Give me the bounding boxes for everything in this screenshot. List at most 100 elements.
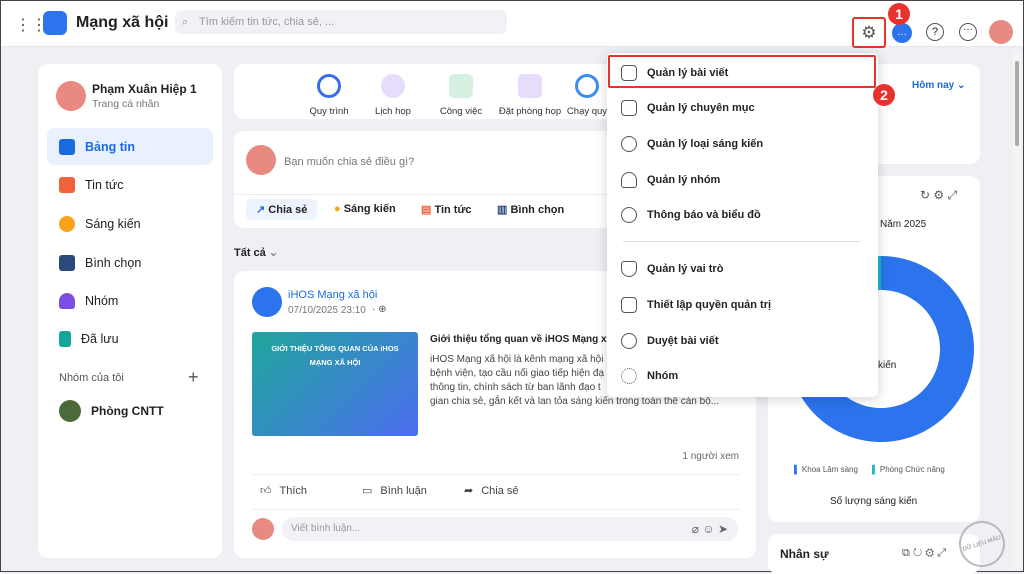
gear-icon[interactable]: ⚙ [933, 188, 944, 202]
chart-year: Năm 2025 [880, 219, 927, 230]
sidebar-item-binh-chon[interactable]: Bình chọn [47, 244, 213, 281]
quick-link-dat-phong-hop[interactable]: Đặt phòng họp [495, 74, 565, 117]
post-author[interactable]: iHOS Mạng xã hội [288, 289, 377, 301]
legend-item[interactable]: ▌ Phòng Chức năng [872, 465, 945, 474]
post-image[interactable]: GIỚI THIỆU TỔNG QUAN CỦA iHOS MẠNG XÃ HỘ… [252, 332, 418, 436]
group-icon [621, 368, 637, 384]
commenter-avatar [252, 518, 274, 540]
sidebar-item-tin-tuc[interactable]: Tin tức [47, 166, 213, 203]
chart-tools: ↻ ⚙ ⤢ [920, 188, 957, 203]
chart-center-label: kiến [878, 360, 897, 371]
quick-link-cong-viec[interactable]: Công việc [426, 74, 496, 117]
search-input[interactable]: ⌕ Tìm kiếm tin tức, chia sẻ, ... [175, 10, 507, 34]
legend-item[interactable]: ▌ Khoa Lâm sàng [794, 465, 858, 474]
menu-item-quan-ly-loai-sang-kien[interactable]: Quản lý loại sáng kiến [621, 136, 763, 152]
gear-icon: ⚙ [861, 22, 877, 42]
share-tab[interactable]: ↗ Chia sẻ [246, 199, 318, 220]
gear-icon[interactable]: ⚙ [925, 547, 934, 559]
quick-link-label: Quy trình [309, 106, 349, 117]
more-icon[interactable]: ··· [959, 23, 977, 41]
sidebar-item-da-luu[interactable]: Đã lưu [47, 320, 213, 357]
menu-item-duyet-bai-viet[interactable]: Duyệt bài viết [621, 333, 719, 349]
initiative-tab-label: Sáng kiến [343, 203, 396, 215]
quick-link-lich-hop[interactable]: Lịch họp [358, 74, 428, 117]
callout-badge-2: 2 [873, 84, 895, 106]
initiative-tab[interactable]: ● Sáng kiến [334, 203, 396, 215]
chat-icon[interactable]: … [892, 23, 912, 43]
sidebar-item-bang-tin[interactable]: Bảng tin [47, 128, 213, 165]
comment-tools: ⌀ ☺ ➤ [692, 517, 728, 541]
sidebar-item-nhom[interactable]: Nhóm [47, 282, 213, 319]
menu-item-thong-bao-va-bieu-do[interactable]: Thông báo và biểu đồ [621, 207, 761, 223]
legend-label: Khoa Lâm sàng [801, 465, 858, 474]
menu-item-label: Quản lý bài viết [647, 67, 729, 79]
feed-filter-dropdown[interactable]: Tất cả ⌄ [234, 246, 278, 259]
chevron-down-icon: ⌄ [268, 247, 279, 259]
quick-link-chay-quy[interactable]: Chạy quy [562, 74, 612, 117]
user-gear-icon [621, 172, 637, 188]
period-dropdown[interactable]: Hôm nay ⌄ [912, 80, 965, 91]
comment-input[interactable]: Viết bình luận... ⌀ ☺ ➤ [282, 517, 738, 541]
group-avatar [59, 399, 81, 422]
composer-input[interactable]: Bạn muốn chia sẻ điều gì? [284, 156, 414, 168]
menu-item-label: Thông báo và biểu đồ [647, 209, 761, 221]
post-title[interactable]: Giới thiệu tổng quan về iHOS Mạng xã [430, 334, 612, 345]
gear-button[interactable]: ⚙ [852, 17, 886, 48]
profile-avatar[interactable] [56, 81, 86, 111]
post-image-title: GIỚI THIỆU TỔNG QUAN CỦA iHOS MẠNG XÃ HỘ… [271, 344, 399, 367]
add-group-icon[interactable]: + [188, 367, 199, 388]
callout-badge-1: 1 [888, 3, 910, 25]
poll-tab[interactable]: ▥ Bình chọn [497, 203, 564, 216]
group-icon [59, 292, 75, 309]
menu-item-quan-ly-vai-tro[interactable]: Quản lý vai trò [621, 261, 723, 277]
chart-footer: Số lượng sáng kiến [830, 496, 918, 507]
refresh-icon[interactable]: ↻ [920, 188, 930, 202]
quick-link-quy-trinh[interactable]: Quy trình [294, 74, 364, 117]
legend-swatch: ▌ [794, 465, 800, 474]
send-icon[interactable]: ➤ [718, 522, 728, 536]
menu-item-nhom[interactable]: Nhóm [621, 368, 678, 384]
profile-name[interactable]: Phạm Xuân Hiệp 1 [92, 82, 197, 96]
menu-item-quan-ly-nhom[interactable]: Quản lý nhóm [621, 172, 720, 188]
news-tab[interactable]: ▤ Tin tức [421, 203, 472, 216]
emoji-icon[interactable]: ☺ [702, 522, 714, 536]
scrollbar[interactable] [1013, 51, 1021, 569]
quick-link-label: Chạy quy [566, 106, 608, 117]
menu-item-thiet-lap-quyen-quan-tri[interactable]: Thiết lập quyền quản trị [621, 297, 771, 313]
share-button[interactable]: ➦ Chia sẻ [464, 484, 519, 498]
menu-item-label: Quản lý nhóm [647, 174, 721, 186]
share-tab-label: Chia sẻ [268, 204, 308, 216]
like-button[interactable]: 👍︎ Thích [260, 484, 308, 498]
sidebar: Phạm Xuân Hiệp 1 Trang cá nhân Bảng tin … [38, 64, 222, 558]
post-body-line: gian chia sẻ, gắn kết và lan tỏa sáng ki… [430, 396, 720, 407]
comment-label: Bình luận [380, 484, 427, 497]
globe-icon: · ⊕ [372, 304, 387, 315]
refresh-icon[interactable]: ↻ [913, 547, 922, 559]
shield-icon [621, 261, 637, 277]
menu-item-quan-ly-bai-viet[interactable]: Quản lý bài viết [621, 65, 728, 81]
help-icon[interactable]: ? [926, 23, 944, 41]
sidebar-item-sang-kien[interactable]: Sáng kiến [47, 205, 213, 242]
group-item-phong-cntt[interactable]: Phòng CNTT [47, 392, 213, 429]
menu-item-quan-ly-chuyen-muc[interactable]: Quản lý chuyên mục [621, 100, 755, 116]
menu-item-label: Quản lý chuyên mục [647, 102, 755, 114]
process-icon [317, 74, 341, 98]
top-bar: ⋮⋮⋮ Mạng xã hội ⌕ Tìm kiếm tin tức, chia… [1, 1, 1023, 48]
comment-button[interactable]: ▭ Bình luận [362, 484, 427, 498]
layout-icon[interactable]: ⧉ [902, 547, 910, 559]
comment-icon: ▭ [362, 485, 373, 497]
avatar[interactable] [989, 20, 1013, 44]
like-label: Thích [279, 484, 308, 497]
legend-swatch: ▌ [871, 465, 878, 474]
expand-icon[interactable]: ⤢ [948, 188, 958, 202]
profile-subtitle: Trang cá nhân [92, 98, 160, 110]
attach-icon[interactable]: ⌀ [692, 522, 699, 536]
share-label: Chia sẻ [481, 484, 519, 497]
expand-icon[interactable]: ⤢ [937, 547, 946, 559]
post-author-avatar [252, 287, 282, 317]
quick-link-label: Lịch họp [375, 106, 411, 117]
scrollbar-thumb[interactable] [1015, 61, 1019, 146]
menu-item-label: Quản lý vai trò [647, 263, 724, 275]
run-process-icon [575, 74, 599, 98]
groups-title: Nhóm của tôi [59, 372, 124, 384]
